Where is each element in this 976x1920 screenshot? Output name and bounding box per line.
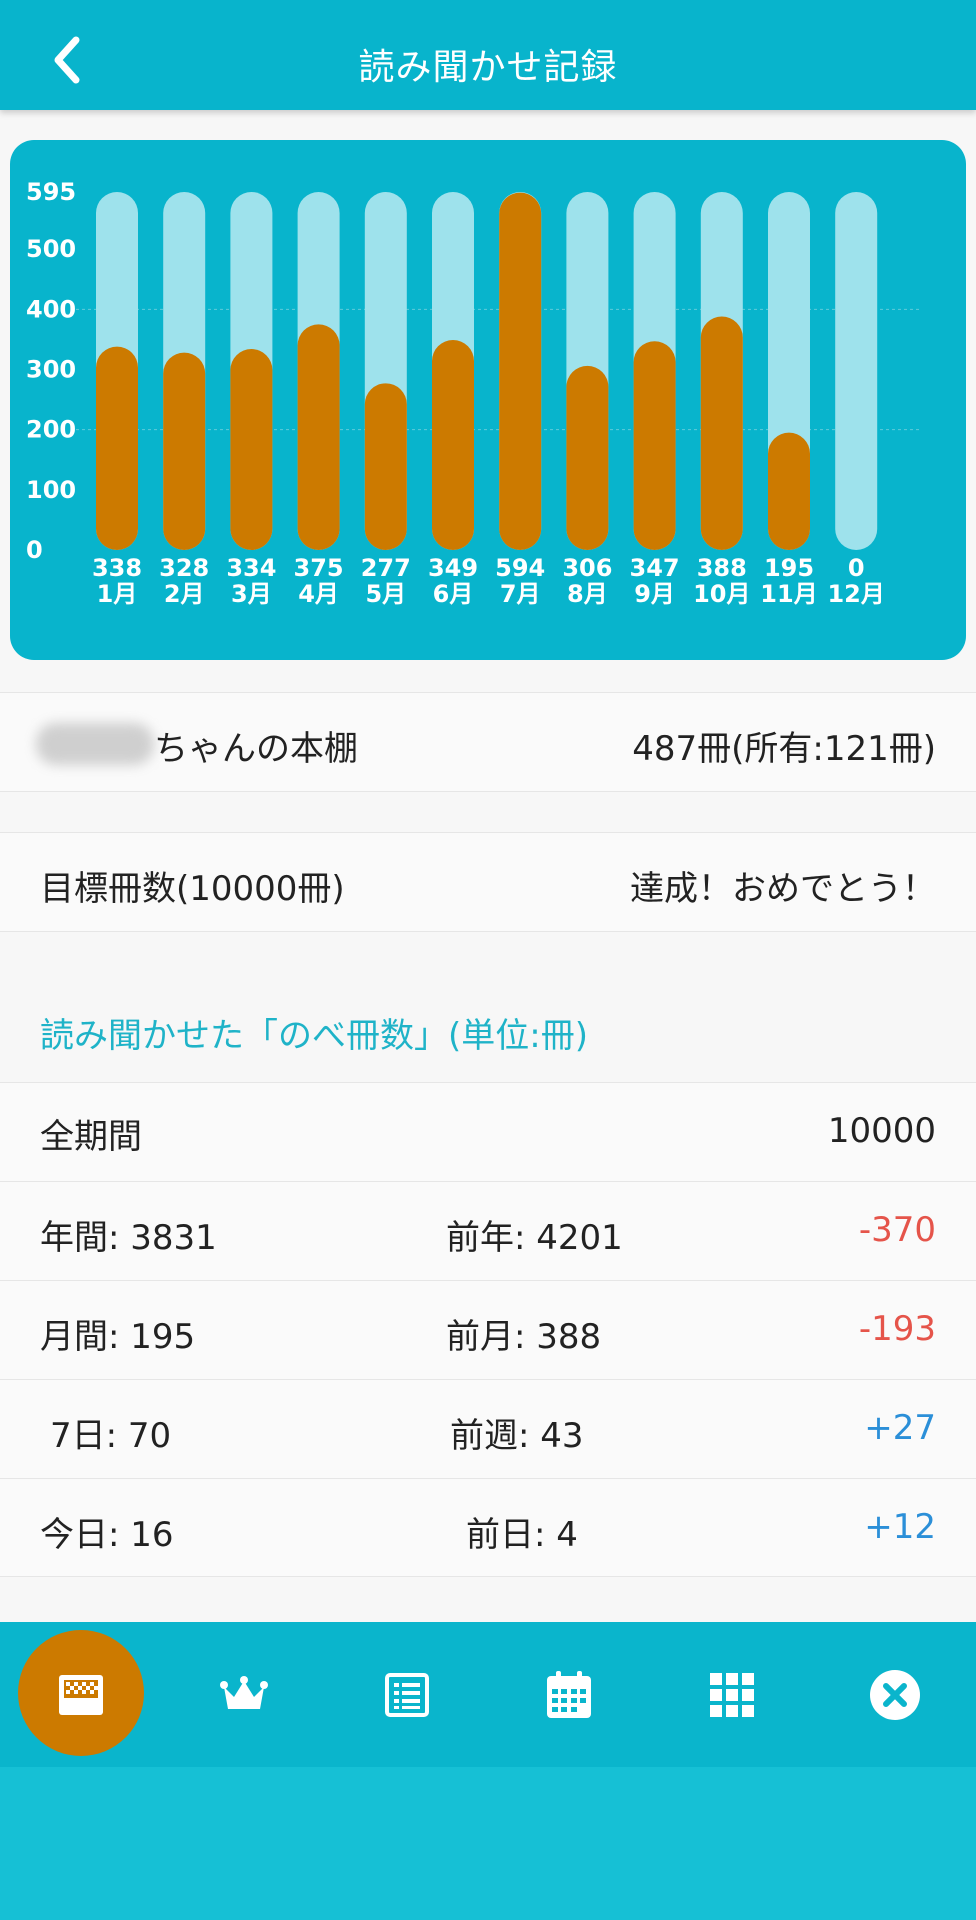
y-tick-label: 200 [26,416,76,444]
stat-row-month: 月間: 195 前月: 388 -193 [0,1280,976,1379]
y-tick-label: 500 [26,235,76,263]
y-tick-label: 100 [26,476,76,504]
list-icon [385,1672,429,1717]
bar-value-label: 306 [562,554,612,582]
y-tick-label: 400 [26,295,76,323]
monthly-chart-card: 595 500 400 300 200 100 0 338 1月 328 2月 334 3月 375 4月 2… [10,140,966,660]
section-label: 読み聞かせた「のべ冊数」(単位:冊) [40,1016,588,1056]
bar-category-label: 11月 [760,580,817,608]
page-title: 読み聞かせ記録 [358,47,618,88]
stat-month-diff: -193 [858,1309,936,1349]
bar-value-label: 0 [848,554,865,582]
stat-week-previous: 前週: 43 [450,1416,584,1456]
stat-year-previous: 前年: 4201 [446,1218,623,1258]
stat-day-diff: +12 [864,1507,936,1547]
bar-value-label: 375 [294,554,344,582]
y-tick-label: 595 [26,178,76,206]
app-header: 読み聞かせ記録 [0,0,976,110]
stat-year-current: 年間: 3831 [40,1218,217,1258]
bar-category-label: 7月 [500,580,541,608]
bar-value [432,340,474,550]
calendar-icon [547,1670,591,1718]
bar-value [566,365,609,550]
bar-track [835,192,878,550]
bookshelf-row[interactable]: ちゃんの本棚 487冊(所有:121冊) [0,692,976,792]
chart-grid-icon [59,1674,103,1715]
bar-value-label: 347 [630,554,680,582]
bar-value [163,352,206,550]
stat-all-value: 10000 [827,1111,936,1151]
bar-value [499,192,542,550]
stat-day-previous: 前日: 4 [466,1515,578,1555]
nav-item-calendar[interactable] [504,1622,634,1767]
bar-value [297,324,340,550]
bar-value-label: 195 [764,554,814,582]
stat-week-current: 7日: 70 [50,1416,172,1456]
reading-record-screen: 読み聞かせ記録 595 500 400 300 200 100 0 338 1月 328 2月 334… [0,0,976,1920]
nav-item-list[interactable] [342,1622,472,1767]
y-tick-label: 0 [26,536,43,564]
goal-row[interactable]: 目標冊数(10000冊) 達成！おめでとう！ [0,832,976,932]
monthly-bar-chart: 595 500 400 300 200 100 0 3381月 3282月 3343月 3754月 2… [26,178,920,608]
bar-category-label: 2月 [164,580,205,608]
bar-category-label: 6月 [433,580,474,608]
bar-value-label: 334 [226,554,276,582]
bar-category-label: 8月 [567,580,608,608]
stat-month-current: 月間: 195 [40,1317,196,1357]
bar-category-label: 4月 [298,580,339,608]
stat-row-day: 今日: 16 前日: 4 +12 [0,1478,976,1577]
bar-category-label: 9月 [634,580,675,608]
bar-value-label: 277 [361,554,411,582]
y-tick-label: 300 [26,355,76,383]
stat-day-current: 今日: 16 [40,1515,174,1555]
stat-week-diff: +27 [864,1408,936,1448]
stat-year-diff: -370 [858,1210,936,1250]
bar-value [768,432,810,550]
bookshelf-label: ちゃんの本棚 [154,729,358,769]
bar-value [633,341,676,550]
bar-value-label: 349 [428,554,478,582]
bar-category-label: 12月 [827,580,884,608]
child-name-blurred [36,723,154,765]
bar-category-label: 5月 [365,580,406,608]
stat-month-previous: 前月: 388 [446,1317,602,1357]
bar-value [700,316,743,550]
stat-all-label: 全期間 [40,1117,142,1157]
crown-icon [220,1675,268,1709]
nav-item-close[interactable] [830,1622,960,1767]
stat-row-all: 全期間 10000 [0,1082,976,1181]
goal-status: 達成！おめでとう！ [630,869,936,909]
stat-row-year: 年間: 3831 前年: 4201 -370 [0,1181,976,1280]
bar-value-label: 328 [159,554,209,582]
bottom-nav [0,1622,976,1767]
bar-value [96,346,138,550]
bottom-safe-area [0,1767,976,1920]
goal-label: 目標冊数(10000冊) [40,869,345,909]
bar-value-label: 338 [92,554,142,582]
close-circle-icon [870,1669,920,1720]
bar-value [364,383,407,550]
nav-item-chart[interactable] [16,1622,146,1767]
bar-value [230,349,273,550]
grid-icon [710,1672,754,1717]
bookshelf-count: 487冊(所有:121冊) [632,729,936,769]
bar-category-label: 3月 [231,580,272,608]
nav-item-grid[interactable] [667,1622,797,1767]
stat-row-week: 7日: 70 前週: 43 +27 [0,1379,976,1478]
bar-category-label: 10月 [693,580,750,608]
bar-value-label: 388 [697,554,747,582]
nav-item-ranking[interactable] [179,1622,309,1767]
bar-category-label: 1月 [97,580,138,608]
bar-value-label: 594 [495,554,545,582]
